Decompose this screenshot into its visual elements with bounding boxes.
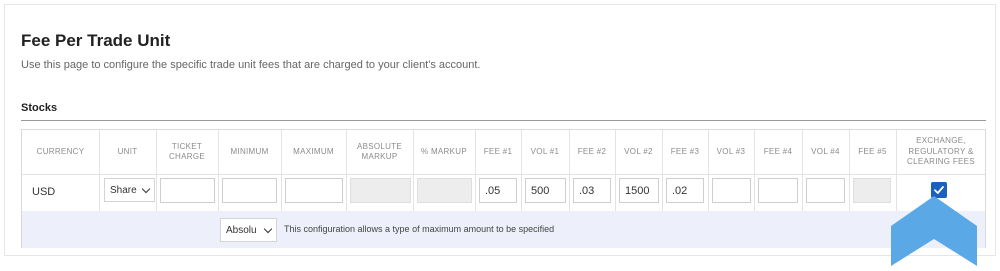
header-vol4: VOL #4 [811,146,840,156]
header-fee4: FEE #4 [763,146,793,156]
header-vol2: VOL #2 [624,146,653,156]
header-currency: CURRENCY [36,146,85,156]
header-maximum: MAXIMUM [293,146,334,156]
fee4-input[interactable] [758,178,798,203]
header-unit: UNIT [117,146,138,156]
cursor-pointer-icon [891,196,977,266]
absolute-markup-input [350,178,411,203]
fee-table: CURRENCY UNIT TICKET CHARGE MINIMUM MAXI… [21,129,986,248]
header-ticket-charge: TICKET CHARGE [168,141,206,161]
minimum-input[interactable] [222,178,277,203]
vol2-input[interactable] [619,178,659,203]
header-pct-markup: % MARKUP [421,146,467,156]
config-note: This configuration allows a type of maxi… [284,224,555,234]
vol3-input[interactable] [712,178,751,203]
vol1-input[interactable] [525,178,566,203]
chevron-down-icon [263,224,273,233]
page-title: Fee Per Trade Unit [21,31,171,50]
unit-select-value: Share [110,184,137,196]
maximum-type-value: Absolu [226,224,257,236]
header-vol3: VOL #3 [716,146,746,156]
maximum-input[interactable] [285,178,343,203]
maximum-type-select[interactable]: Absolu [220,218,277,242]
header-absolute-markup: ABSOLUTE MARKUP [356,141,403,161]
section-title-stocks: Stocks [21,102,58,114]
header-fee5: FEE #5 [858,146,887,156]
ticket-charge-input[interactable] [160,178,215,203]
fee5-input [853,178,891,203]
header-minimum: MINIMUM [230,146,269,156]
header-exchange-fees: EXCHANGE, REGULATORY & CLEARING FEES [907,136,975,167]
chevron-down-icon [141,184,151,193]
fee3-input[interactable] [666,178,704,203]
unit-select[interactable]: Share [104,178,155,202]
vol4-input[interactable] [806,178,845,203]
page-description: Use this page to configure the specific … [21,59,481,71]
header-fee2: FEE #2 [577,146,607,156]
header-fee1: FEE #1 [483,146,513,156]
header-vol1: VOL #1 [530,146,560,156]
fee1-input[interactable] [479,178,517,203]
section-divider [21,120,986,121]
checkmark-icon [934,186,944,194]
header-fee3: FEE #3 [670,146,700,156]
currency-value: USD [32,186,56,198]
fee-panel: Fee Per Trade Unit Use this page to conf… [4,4,996,256]
fee2-input[interactable] [573,178,611,203]
pct-markup-input [417,178,472,203]
